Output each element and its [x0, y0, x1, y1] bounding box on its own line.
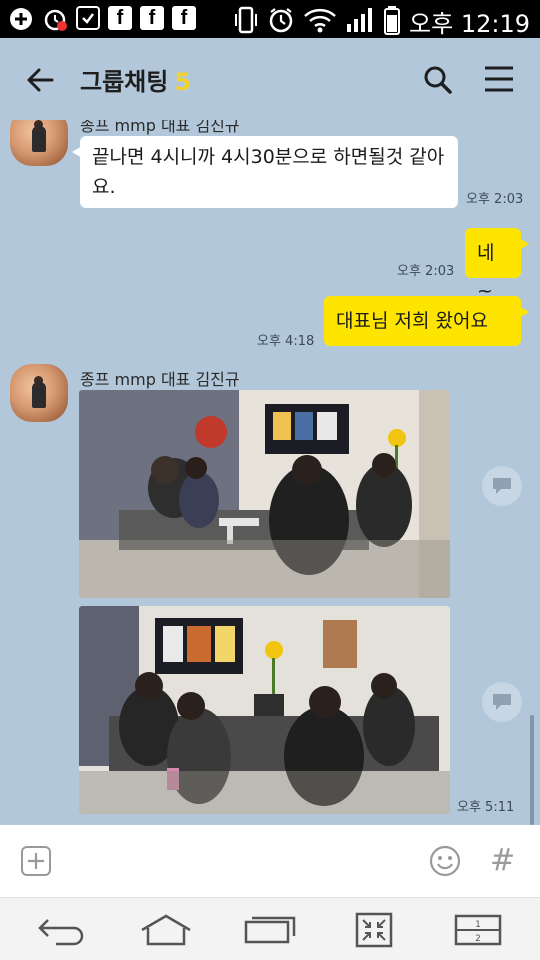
chat-title: 그룹채팅 5	[80, 62, 191, 97]
vibrate-icon	[233, 6, 259, 38]
sender-name: 종프 mmp 대표 김진규	[80, 370, 240, 389]
arrow-left-icon[interactable]	[22, 62, 58, 98]
alarm-icon	[42, 6, 68, 32]
share-icon[interactable]	[482, 682, 522, 722]
split-screen-icon[interactable]: 12	[450, 912, 506, 948]
member-count: 5	[174, 68, 192, 96]
scrollbar[interactable]	[530, 715, 534, 825]
home-icon[interactable]	[138, 912, 194, 948]
plus-square-icon[interactable]	[20, 845, 52, 877]
split-bottom-label: 2	[475, 934, 481, 944]
collapse-icon[interactable]	[346, 912, 402, 948]
message-time: 오후 5:11	[457, 800, 515, 815]
back-icon[interactable]	[34, 912, 90, 948]
my-message-bubble[interactable]: 네~	[465, 228, 529, 302]
chat-header: 그룹채팅 5	[0, 38, 540, 120]
share-icon[interactable]	[482, 466, 522, 506]
message-time: 오후 2:03	[466, 192, 524, 207]
facebook-icon: f	[140, 6, 164, 30]
photo-attachment[interactable]	[79, 390, 450, 598]
battery-icon	[383, 5, 401, 39]
input-bar[interactable]: #	[0, 825, 540, 897]
message-time: 오후 4:18	[257, 334, 315, 349]
check-box-icon	[76, 6, 100, 30]
status-time: 오후 12:19	[409, 10, 530, 38]
chat-title-text: 그룹채팅	[80, 68, 169, 96]
facebook-icon: f	[172, 6, 196, 30]
my-message-bubble[interactable]: 대표님 저희 왔어요	[324, 296, 529, 346]
photo-attachment[interactable]	[79, 606, 450, 814]
message-bubble[interactable]: 끝나면 4시니까 4시30분으로 하면될것 같아요.	[72, 136, 458, 208]
alarm-clock-icon	[267, 6, 295, 38]
status-bar: f f f 오후 12:19	[0, 0, 540, 38]
sender-name: 종프 mmp 대표 김진규	[80, 120, 240, 135]
message-time: 오후 2:03	[397, 264, 455, 279]
system-nav-bar: 12	[0, 897, 540, 960]
hamburger-menu-icon[interactable]	[482, 62, 516, 96]
recent-apps-icon[interactable]	[242, 912, 298, 948]
message-list[interactable]: 종프 mmp 대표 김진규 끝나면 4시니까 4시30분으로 하면될것 같아요.…	[0, 120, 540, 825]
emoji-smile-icon[interactable]	[428, 844, 462, 878]
split-top-label: 1	[475, 920, 481, 930]
wifi-icon	[303, 6, 337, 38]
avatar[interactable]	[10, 120, 68, 166]
plus-icon	[8, 6, 34, 32]
hashtag-button[interactable]: #	[490, 843, 515, 878]
search-icon[interactable]	[420, 62, 456, 98]
signal-icon	[345, 6, 375, 38]
avatar[interactable]	[10, 364, 68, 422]
facebook-icon: f	[108, 6, 132, 30]
